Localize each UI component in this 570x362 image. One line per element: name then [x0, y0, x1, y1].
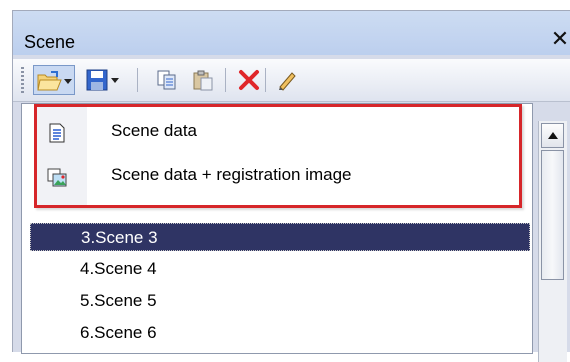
- copy-icon: [157, 70, 176, 90]
- paste-icon: [193, 70, 213, 91]
- scene-list-item[interactable]: 3.Scene 3: [30, 223, 530, 251]
- vertical-scrollbar[interactable]: [538, 121, 567, 362]
- toolbar-separator: [225, 68, 226, 92]
- delete-button[interactable]: [235, 65, 263, 95]
- copy-button[interactable]: [153, 65, 181, 95]
- close-icon: ✕: [550, 26, 570, 51]
- menu-item-scene-data[interactable]: Scene data: [37, 113, 519, 153]
- paste-button[interactable]: [189, 65, 217, 95]
- window-title: Scene: [24, 32, 76, 52]
- close-button[interactable]: ✕: [549, 27, 570, 51]
- delete-icon: [239, 70, 259, 90]
- toolbar-separator: [137, 68, 138, 92]
- toolbar: [13, 59, 570, 102]
- save-icon: [86, 69, 108, 91]
- open-folder-icon: [37, 71, 62, 91]
- edit-pencil-icon: [279, 72, 296, 91]
- save-dropdown-arrow[interactable]: [111, 78, 119, 83]
- menu-item-label: Scene data + registration image: [111, 165, 352, 184]
- document-icon: [49, 123, 65, 143]
- image-icon: [47, 168, 67, 187]
- open-dropdown-arrow[interactable]: [64, 79, 72, 84]
- export-dropdown-menu: Scene data Scene data + registration ima…: [34, 104, 522, 208]
- scroll-up-button[interactable]: [541, 123, 564, 148]
- menu-item-scene-data-registration-image[interactable]: Scene data + registration image: [37, 157, 519, 197]
- scene-list-item[interactable]: 4.Scene 4: [30, 255, 530, 283]
- toolbar-grip[interactable]: [21, 67, 24, 93]
- title-bar: Scene ✕: [13, 11, 570, 55]
- scene-list-item[interactable]: 6.Scene 6: [30, 319, 530, 347]
- scroll-thumb[interactable]: [541, 150, 564, 280]
- toolbar-separator: [265, 68, 266, 92]
- save-button[interactable]: [83, 65, 123, 95]
- menu-item-label: Scene data: [111, 121, 198, 140]
- scene-list-item[interactable]: 5.Scene 5: [30, 287, 530, 315]
- open-button[interactable]: [33, 65, 75, 95]
- edit-button[interactable]: [273, 65, 301, 95]
